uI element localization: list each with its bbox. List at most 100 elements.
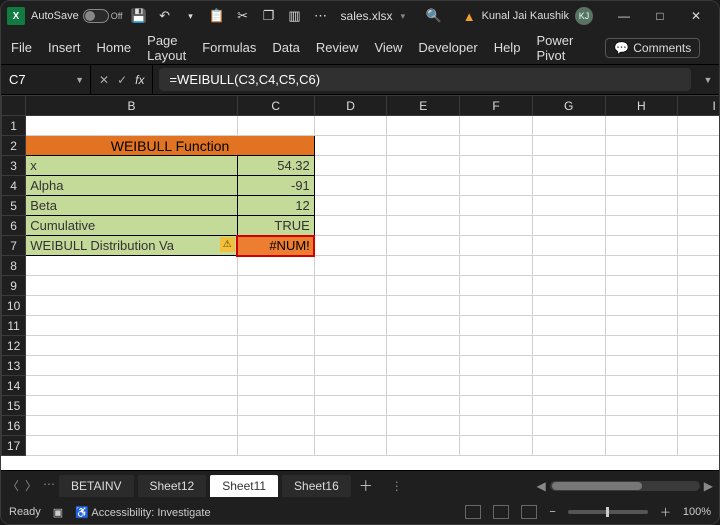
- accessibility-status[interactable]: ♿ Accessibility: Investigate: [75, 506, 210, 519]
- zoom-level[interactable]: 100%: [683, 506, 711, 518]
- account-button[interactable]: Kunal Jai Kaushik KJ: [482, 7, 593, 25]
- cell-c5[interactable]: 12: [237, 196, 314, 216]
- ribbon-tab-home[interactable]: Home: [96, 40, 131, 55]
- maximize-button[interactable]: □: [643, 3, 677, 29]
- cell-b5[interactable]: Beta: [26, 196, 237, 216]
- fx-enter-icon[interactable]: ✓: [117, 73, 127, 87]
- col-header-g[interactable]: G: [532, 96, 605, 116]
- hscroll-right-icon[interactable]: ▶: [704, 479, 713, 493]
- sheet-tab-sheet16[interactable]: Sheet16: [282, 475, 351, 497]
- cell-b7[interactable]: WEIBULL Distribution Va ⚠: [26, 236, 237, 256]
- row-header[interactable]: 10: [2, 296, 26, 316]
- warning-icon[interactable]: ▲: [463, 9, 476, 24]
- fx-cancel-icon[interactable]: ✕: [99, 73, 109, 87]
- col-header-b[interactable]: B: [26, 96, 237, 116]
- cell-c6[interactable]: TRUE: [237, 216, 314, 236]
- close-button[interactable]: ✕: [679, 3, 713, 29]
- col-header-c[interactable]: C: [237, 96, 314, 116]
- sheet-tab-sheet12[interactable]: Sheet12: [138, 475, 207, 497]
- row-header[interactable]: 13: [2, 356, 26, 376]
- cell-b3[interactable]: x: [26, 156, 237, 176]
- cell-b6[interactable]: Cumulative: [26, 216, 237, 236]
- horizontal-scrollbar[interactable]: [550, 481, 700, 491]
- select-all-corner[interactable]: [2, 96, 26, 116]
- paste-icon[interactable]: ▥: [285, 8, 305, 24]
- tab-more-icon[interactable]: ⋯: [43, 477, 55, 494]
- normal-view-icon[interactable]: [465, 505, 481, 519]
- row-header[interactable]: 8: [2, 256, 26, 276]
- ribbon-tabs: File Insert Home Page Layout Formulas Da…: [1, 31, 719, 65]
- save-icon[interactable]: 💾: [129, 8, 149, 24]
- cell-c4[interactable]: -91: [237, 176, 314, 196]
- ribbon-tab-pagelayout[interactable]: Page Layout: [147, 33, 186, 63]
- formula-expand-icon[interactable]: ▼: [697, 65, 719, 94]
- comments-label: Comments: [633, 41, 691, 55]
- copy-icon[interactable]: ❐: [259, 8, 279, 24]
- new-sheet-button[interactable]: ＋: [355, 476, 377, 496]
- autosave-toggle[interactable]: [83, 9, 109, 23]
- error-indicator-icon[interactable]: ⚠: [220, 237, 235, 252]
- ribbon-tab-data[interactable]: Data: [272, 40, 299, 55]
- ribbon-tab-review[interactable]: Review: [316, 40, 359, 55]
- name-box[interactable]: C7 ▼: [1, 65, 91, 94]
- tab-menu-icon[interactable]: ⋮: [391, 479, 403, 493]
- tab-prev-icon[interactable]: 〈: [7, 477, 19, 494]
- hscroll-left-icon[interactable]: ◀: [537, 479, 546, 493]
- row-header[interactable]: 7: [2, 236, 26, 256]
- zoom-slider[interactable]: [568, 510, 648, 514]
- zoom-out-icon[interactable]: −: [549, 506, 555, 518]
- row-header[interactable]: 16: [2, 416, 26, 436]
- row-header[interactable]: 15: [2, 396, 26, 416]
- page-break-view-icon[interactable]: [521, 505, 537, 519]
- row-header[interactable]: 11: [2, 316, 26, 336]
- ribbon-tab-help[interactable]: Help: [494, 40, 521, 55]
- worksheet-grid[interactable]: B C D E F G H I 1 2 WEIBULL Function 3 x…: [1, 95, 719, 470]
- ribbon-tab-formulas[interactable]: Formulas: [202, 40, 256, 55]
- ribbon-tab-developer[interactable]: Developer: [418, 40, 477, 55]
- comments-button[interactable]: 💬 Comments: [605, 38, 700, 58]
- ribbon-tab-insert[interactable]: Insert: [48, 40, 81, 55]
- col-header-e[interactable]: E: [387, 96, 460, 116]
- cell-b4[interactable]: Alpha: [26, 176, 237, 196]
- cut-icon[interactable]: ✂: [233, 8, 253, 24]
- row-header[interactable]: 5: [2, 196, 26, 216]
- row-header[interactable]: 6: [2, 216, 26, 236]
- macro-record-icon[interactable]: ▣: [53, 506, 63, 519]
- sheet-tab-betainv[interactable]: BETAINV: [59, 475, 133, 497]
- ribbon-tab-view[interactable]: View: [374, 40, 402, 55]
- formula-input[interactable]: =WEIBULL(C3,C4,C5,C6): [159, 68, 691, 91]
- row-header[interactable]: 4: [2, 176, 26, 196]
- more-qat-icon[interactable]: ⋯: [311, 8, 331, 24]
- autosave-group[interactable]: AutoSave Off: [31, 9, 123, 23]
- row-header[interactable]: 2: [2, 136, 26, 156]
- col-header-f[interactable]: F: [460, 96, 533, 116]
- minimize-button[interactable]: ―: [607, 3, 641, 29]
- col-header-d[interactable]: D: [314, 96, 387, 116]
- row-header[interactable]: 12: [2, 336, 26, 356]
- row-header[interactable]: 14: [2, 376, 26, 396]
- fx-icon[interactable]: fx: [135, 73, 144, 87]
- excel-app-icon: X: [7, 7, 25, 25]
- cell-c3[interactable]: 54.32: [237, 156, 314, 176]
- tab-next-icon[interactable]: 〉: [25, 477, 37, 494]
- namebox-dropdown-icon[interactable]: ▼: [75, 75, 84, 85]
- file-dropdown-icon[interactable]: ▾: [401, 11, 406, 22]
- clipboard-icon[interactable]: 📋: [207, 8, 227, 24]
- ribbon-tab-powerpivot[interactable]: Power Pivot: [536, 33, 573, 63]
- col-header-h[interactable]: H: [605, 96, 678, 116]
- page-layout-view-icon[interactable]: [493, 505, 509, 519]
- row-header[interactable]: 9: [2, 276, 26, 296]
- formula-bar: C7 ▼ ✕ ✓ fx =WEIBULL(C3,C4,C5,C6) ▼: [1, 65, 719, 95]
- cell-header-title[interactable]: WEIBULL Function: [26, 136, 315, 156]
- row-header[interactable]: 1: [2, 116, 26, 136]
- col-header-i[interactable]: I: [678, 96, 719, 116]
- row-header[interactable]: 3: [2, 156, 26, 176]
- ribbon-tab-file[interactable]: File: [11, 40, 32, 55]
- row-header[interactable]: 17: [2, 436, 26, 456]
- undo-icon[interactable]: ↶: [155, 8, 175, 24]
- redo-dropdown-icon[interactable]: ▾: [181, 11, 201, 22]
- cell-c7-selected[interactable]: #NUM!: [237, 236, 314, 256]
- search-icon[interactable]: 🔍: [424, 8, 444, 24]
- sheet-tab-sheet11[interactable]: Sheet11: [210, 475, 278, 497]
- zoom-in-icon[interactable]: ＋: [660, 504, 671, 520]
